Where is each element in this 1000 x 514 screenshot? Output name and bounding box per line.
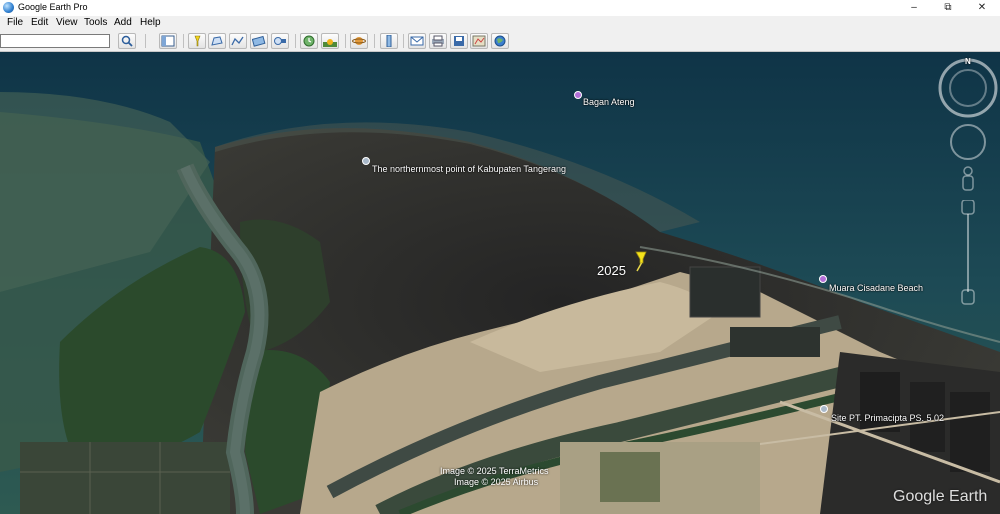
sunlight-icon xyxy=(323,39,337,47)
sky-button[interactable] xyxy=(491,33,509,49)
sidebar-toggle-button[interactable] xyxy=(159,33,177,49)
menu-file[interactable]: File xyxy=(5,17,25,28)
map-viewport[interactable]: Bagan Ateng The northernmost point of Ka… xyxy=(0,52,1000,514)
toolbar xyxy=(0,31,1000,52)
place-marker-icon[interactable] xyxy=(574,91,582,99)
toolbar-separator xyxy=(345,34,346,48)
look-joystick-icon xyxy=(950,124,986,160)
google-earth-logo-icon xyxy=(3,2,14,13)
close-button[interactable]: ✕ xyxy=(966,0,998,16)
email-button[interactable] xyxy=(408,33,426,49)
map-icon xyxy=(472,35,486,47)
save-image-button[interactable] xyxy=(450,33,468,49)
path-icon xyxy=(231,36,244,46)
ruler-icon xyxy=(386,35,392,47)
add-placemark-button[interactable] xyxy=(188,33,206,49)
toolbar-separator xyxy=(145,34,146,48)
image-overlay-icon xyxy=(252,35,266,47)
switch-planet-button[interactable] xyxy=(350,33,368,49)
imagery-credit-airbus: Image © 2025 Airbus xyxy=(454,477,539,487)
planet-icon xyxy=(352,37,366,45)
toolbar-separator xyxy=(374,34,375,48)
place-label-site-pt-primacipta[interactable]: Site PT. Primacipta PS. 5 02 xyxy=(831,413,944,423)
search-input[interactable] xyxy=(0,34,110,48)
sunlight-button[interactable] xyxy=(321,33,339,49)
yellow-pushpin-icon[interactable] xyxy=(632,250,650,272)
place-marker-icon[interactable] xyxy=(819,275,827,283)
window-title: Google Earth Pro xyxy=(18,2,88,12)
globe-icon xyxy=(494,35,506,47)
record-tour-icon xyxy=(274,37,286,45)
toolbar-separator xyxy=(295,34,296,48)
place-marker-icon[interactable] xyxy=(362,157,370,165)
print-icon xyxy=(432,35,444,47)
zoom-slider[interactable] xyxy=(958,199,978,306)
search-icon xyxy=(121,35,133,47)
historical-imagery-button[interactable] xyxy=(300,33,318,49)
street-view-pegman[interactable] xyxy=(958,165,978,195)
menu-bar: File Edit View Tools Add Help xyxy=(0,16,1000,31)
sidebar-icon xyxy=(161,35,175,47)
title-bar: Google Earth Pro – ⧉ ✕ xyxy=(0,0,1000,16)
add-path-button[interactable] xyxy=(229,33,247,49)
view-in-maps-button[interactable] xyxy=(470,33,488,49)
historical-imagery-icon xyxy=(303,35,315,47)
place-label-muara-cisadane-beach[interactable]: Muara Cisadane Beach xyxy=(829,283,923,293)
placemark-icon xyxy=(194,35,201,47)
toolbar-separator xyxy=(403,34,404,48)
polygon-icon xyxy=(211,36,223,46)
menu-edit[interactable]: Edit xyxy=(29,17,50,28)
pushpin-label[interactable]: 2025 xyxy=(597,263,626,278)
menu-tools[interactable]: Tools xyxy=(82,17,109,28)
email-icon xyxy=(410,36,424,46)
compass-icon xyxy=(938,58,998,118)
save-image-icon xyxy=(454,36,464,46)
menu-help[interactable]: Help xyxy=(138,17,163,28)
place-label-bagan-ateng[interactable]: Bagan Ateng xyxy=(583,97,635,107)
google-earth-watermark: Google Earth xyxy=(893,488,988,505)
toolbar-separator xyxy=(183,34,184,48)
compass-ring[interactable]: N xyxy=(938,57,998,118)
north-indicator: N xyxy=(965,57,971,66)
record-tour-button[interactable] xyxy=(271,33,289,49)
pegman-icon xyxy=(962,166,974,191)
place-marker-icon[interactable] xyxy=(820,405,828,413)
search-button[interactable] xyxy=(118,33,136,49)
add-polygon-button[interactable] xyxy=(208,33,226,49)
place-label-northernmost-point[interactable]: The northernmost point of Kabupaten Tang… xyxy=(372,164,566,174)
imagery-credit-terrametrics: Image © 2025 TerraMetrics xyxy=(440,466,549,476)
print-button[interactable] xyxy=(429,33,447,49)
restore-button[interactable]: ⧉ xyxy=(932,0,964,16)
look-joystick[interactable] xyxy=(948,122,988,162)
menu-add[interactable]: Add xyxy=(112,17,134,28)
minimize-button[interactable]: – xyxy=(898,0,930,16)
ruler-button[interactable] xyxy=(380,33,398,49)
add-image-overlay-button[interactable] xyxy=(250,33,268,49)
menu-view[interactable]: View xyxy=(54,17,80,28)
zoom-slider-icon xyxy=(961,199,975,305)
